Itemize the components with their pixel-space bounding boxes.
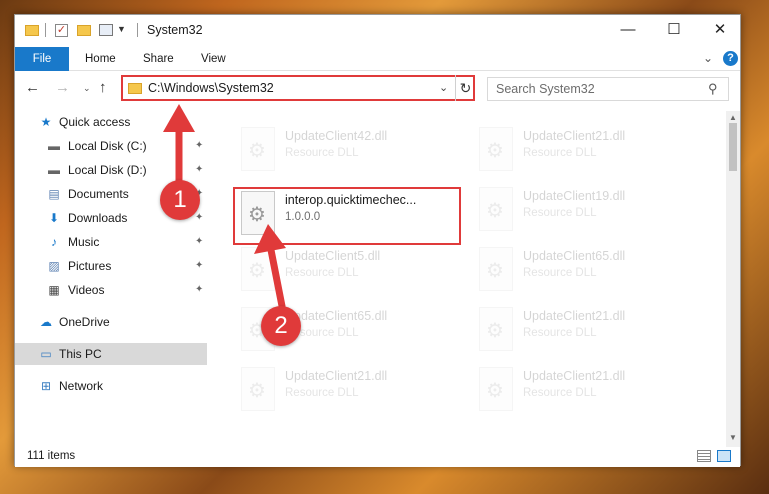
arrow-to-file xyxy=(267,246,286,310)
step-badge-2: 2 xyxy=(261,306,301,346)
step-badge-1: 1 xyxy=(160,180,200,220)
arrowhead xyxy=(163,104,195,132)
annotation-arrows xyxy=(163,104,286,310)
arrowhead xyxy=(254,224,286,254)
